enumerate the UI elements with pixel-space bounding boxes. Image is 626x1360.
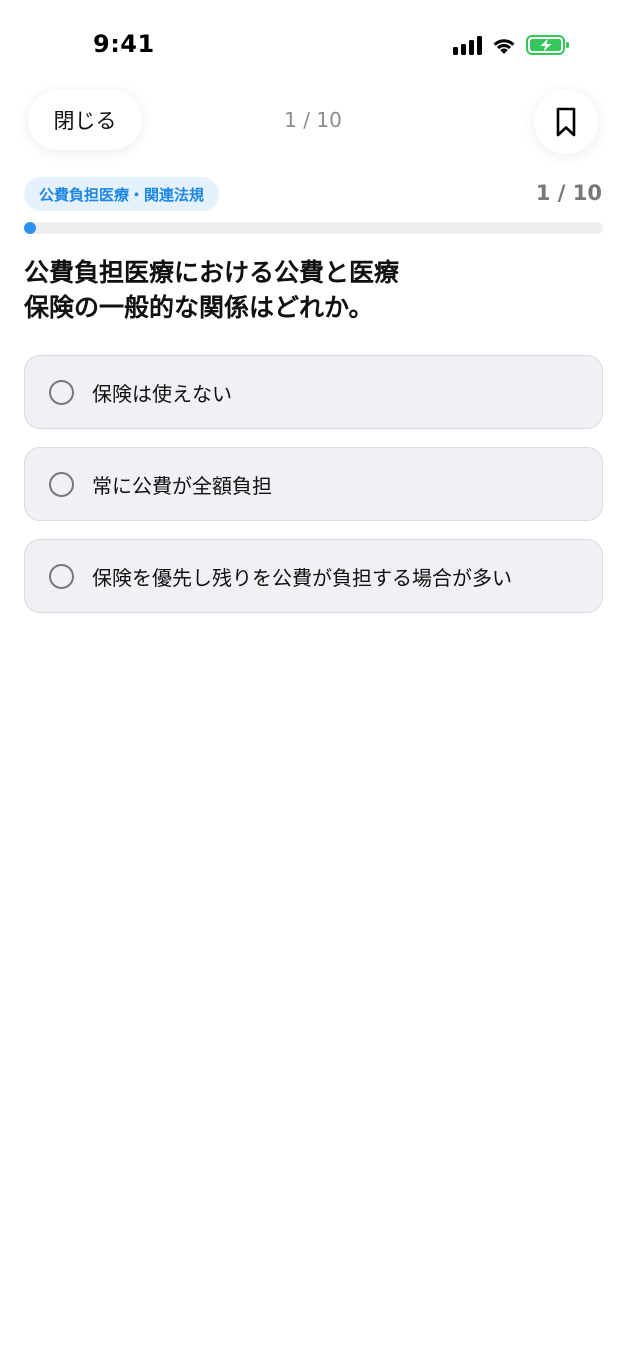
question-text: 公費負担医療における公費と医療 保険の一般的な関係はどれか。	[24, 258, 400, 322]
question-counter: 1 / 10	[535, 181, 602, 205]
status-bar: 9:41	[0, 0, 626, 80]
cellular-signal-icon	[453, 35, 482, 55]
answer-option-label: 常に公費が全額負担	[92, 474, 272, 498]
nav-progress-counter: 1 / 10	[284, 108, 342, 132]
bookmark-button[interactable]	[534, 90, 598, 154]
answer-option[interactable]: 保険は使えない	[24, 355, 603, 429]
category-chip: 公費負担医療・関連法規	[24, 177, 220, 211]
progress-bar	[24, 222, 603, 234]
answer-options: 保険は使えない 常に公費が全額負担 保険を優先し残りを公費が負担する場合が多い	[24, 355, 603, 631]
answer-option-label: 保険は使えない	[92, 382, 232, 406]
nav-bar: 閉じる 1 / 10	[0, 86, 626, 156]
wifi-icon	[493, 39, 515, 54]
bookmark-icon	[556, 107, 576, 137]
status-icons	[453, 34, 570, 56]
answer-option[interactable]: 保険を優先し残りを公費が負担する場合が多い	[24, 539, 603, 613]
answer-option-label: 保険を優先し残りを公費が負担する場合が多い	[92, 566, 512, 590]
status-time: 9:41	[93, 30, 155, 58]
radio-button-icon[interactable]	[49, 564, 74, 589]
progress-fill	[24, 222, 36, 234]
radio-button-icon[interactable]	[49, 472, 74, 497]
answer-option[interactable]: 常に公費が全額負担	[24, 447, 603, 521]
battery-charging-icon	[526, 35, 569, 55]
radio-button-icon[interactable]	[49, 380, 74, 405]
